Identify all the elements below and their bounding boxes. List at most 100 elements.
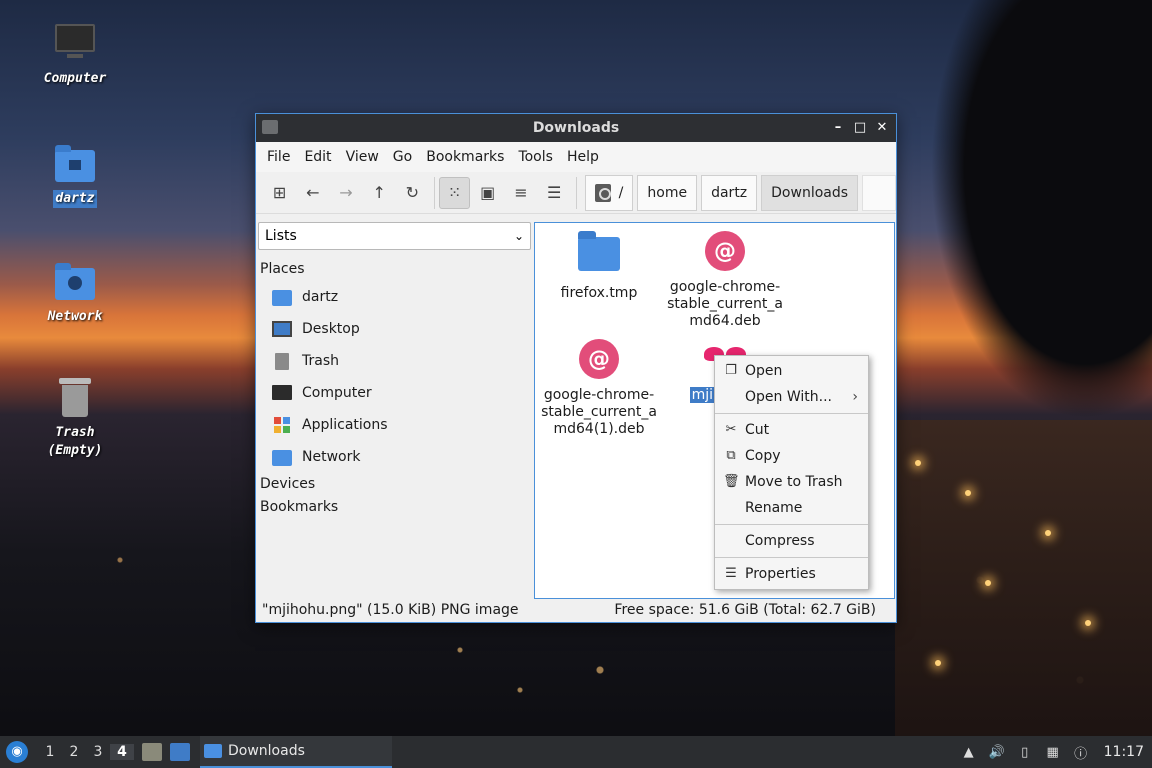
sidebar-item-computer[interactable]: Computer xyxy=(258,377,531,409)
desktop-icon-trash[interactable]: Trash (Empty) xyxy=(25,376,125,460)
icon-view-icon[interactable]: ⁙ xyxy=(438,176,471,209)
debian-package-icon: @ xyxy=(704,231,746,273)
sidebar-item-label: dartz xyxy=(302,289,339,305)
context-menu-compress[interactable]: Compress xyxy=(715,528,868,554)
file-name-line: stable_current_a xyxy=(541,404,657,420)
task-label: Downloads xyxy=(228,743,305,759)
side-pane: Lists ⌄ Places dartz Desktop Trash Compu… xyxy=(258,222,531,600)
blank-icon xyxy=(723,533,739,549)
file-name-line: md64.deb xyxy=(689,313,761,329)
context-menu-cut[interactable]: ✂ Cut xyxy=(715,417,868,443)
menu-tools[interactable]: Tools xyxy=(511,149,560,165)
toolbar: ⊞ ← → ↑ ↻ ⁙ ▣ ≡ ☰ / home dartz Downloads xyxy=(256,172,897,214)
context-menu-move-to-trash[interactable]: 🗑 Move to Trash xyxy=(715,469,868,495)
start-menu-icon[interactable]: ◉ xyxy=(6,741,28,763)
trash-icon xyxy=(272,352,294,370)
file-name: firefox.tmp xyxy=(560,285,638,301)
menu-item-label: Copy xyxy=(745,448,781,464)
network-folder-icon xyxy=(272,448,294,466)
breadcrumb-dartz[interactable]: dartz xyxy=(701,174,758,211)
network-icon[interactable]: ▦ xyxy=(1044,743,1062,761)
sidebar-item-trash[interactable]: Trash xyxy=(258,345,531,377)
window-titlebar[interactable]: Downloads – □ ✕ xyxy=(256,114,896,142)
devices-heading[interactable]: Devices xyxy=(258,473,531,496)
workspace-2[interactable]: 2 xyxy=(62,744,86,760)
status-free-space: Free space: 51.6 GiB (Total: 62.7 GiB) xyxy=(614,602,876,618)
close-button[interactable]: ✕ xyxy=(874,118,890,138)
context-menu-copy[interactable]: ⧉ Copy xyxy=(715,443,868,469)
window-title: Downloads xyxy=(532,120,620,136)
context-menu-open[interactable]: ❐ Open xyxy=(715,358,868,384)
menu-item-label: Properties xyxy=(745,566,816,582)
up-arrow-icon[interactable]: ↑ xyxy=(364,177,395,209)
file-context-menu: ❐ Open Open With... › ✂ Cut ⧉ Copy 🗑 Mov… xyxy=(714,355,869,590)
side-pane-mode-value: Lists xyxy=(265,228,297,244)
desktop-icon-label: Network xyxy=(47,309,103,324)
workspace-1[interactable]: 1 xyxy=(38,744,62,760)
clipboard-icon[interactable]: ▯ xyxy=(1016,743,1034,761)
update-notifier-icon[interactable]: ⓘ xyxy=(1072,743,1090,762)
menu-go[interactable]: Go xyxy=(386,149,419,165)
workspace-4[interactable]: 4 xyxy=(110,744,134,760)
breadcrumb: / home dartz Downloads xyxy=(584,174,897,211)
side-pane-mode-select[interactable]: Lists ⌄ xyxy=(258,222,531,250)
compact-view-icon[interactable]: ≡ xyxy=(505,177,536,209)
sidebar-item-label: Computer xyxy=(302,385,372,401)
breadcrumb-label: dartz xyxy=(711,184,748,201)
reload-icon[interactable]: ↻ xyxy=(397,177,428,209)
file-manager-launcher-icon[interactable] xyxy=(142,743,162,761)
menu-file[interactable]: File xyxy=(260,149,297,165)
context-menu-open-with[interactable]: Open With... › xyxy=(715,384,868,410)
sidebar-item-network[interactable]: Network xyxy=(258,441,531,473)
breadcrumb-label: Downloads xyxy=(771,184,849,201)
menubar: File Edit View Go Bookmarks Tools Help xyxy=(256,142,896,172)
menu-help[interactable]: Help xyxy=(560,149,606,165)
thumbnail-view-icon[interactable]: ▣ xyxy=(472,177,503,209)
properties-icon: ☰ xyxy=(725,566,737,581)
menu-edit[interactable]: Edit xyxy=(297,149,338,165)
desktop-icon-network[interactable]: Network xyxy=(25,260,125,326)
context-menu-properties[interactable]: ☰ Properties xyxy=(715,561,868,587)
new-tab-icon[interactable]: ⊞ xyxy=(264,177,295,209)
volume-icon[interactable]: 🔊 xyxy=(988,743,1006,761)
detailed-list-view-icon[interactable]: ☰ xyxy=(539,177,570,209)
maximize-button[interactable]: □ xyxy=(852,118,868,138)
breadcrumb-root[interactable]: / xyxy=(584,174,634,211)
bookmarks-heading[interactable]: Bookmarks xyxy=(258,496,531,519)
menu-item-label: Open With... xyxy=(745,389,832,405)
taskbar-task-downloads[interactable]: Downloads xyxy=(200,736,392,768)
back-arrow-icon[interactable]: ← xyxy=(297,177,328,209)
sidebar-item-desktop[interactable]: Desktop xyxy=(258,313,531,345)
chevron-down-icon: ⌄ xyxy=(513,229,524,243)
file-item[interactable]: firefox.tmp xyxy=(539,231,659,302)
menu-bookmarks[interactable]: Bookmarks xyxy=(419,149,511,165)
tray-arrow-icon[interactable]: ▲ xyxy=(960,743,978,761)
places-heading: Places xyxy=(260,261,305,277)
clock[interactable]: 11:17 xyxy=(1104,744,1144,760)
breadcrumb-downloads[interactable]: Downloads xyxy=(761,174,859,211)
file-name-line: google-chrome- xyxy=(669,279,781,295)
file-name-line: stable_current_a xyxy=(667,296,783,312)
show-desktop-icon[interactable] xyxy=(170,743,190,761)
workspace-3[interactable]: 3 xyxy=(86,744,110,760)
desktop-icon-label: Trash (Empty) xyxy=(47,425,103,458)
file-item[interactable]: @ google-chrome- stable_current_a md64(1… xyxy=(539,339,659,438)
sidebar-item-dartz[interactable]: dartz xyxy=(258,281,531,313)
sidebar-item-label: Applications xyxy=(302,417,388,433)
file-item[interactable]: @ google-chrome- stable_current_a md64.d… xyxy=(665,231,785,330)
menu-view[interactable]: View xyxy=(339,149,386,165)
menu-item-label: Cut xyxy=(745,422,770,438)
desktop-icon-computer[interactable]: Computer xyxy=(25,22,125,88)
toolbar-divider xyxy=(433,176,435,209)
blank-icon xyxy=(723,500,739,516)
context-menu-rename[interactable]: Rename xyxy=(715,495,868,521)
folder-icon xyxy=(578,231,620,279)
scissors-icon: ✂ xyxy=(725,422,737,437)
desktop-icon-dartz[interactable]: dartz xyxy=(25,142,125,208)
sidebar-item-applications[interactable]: Applications xyxy=(258,409,531,441)
forward-arrow-icon[interactable]: → xyxy=(330,177,361,209)
chevron-right-icon: › xyxy=(852,389,858,405)
minimize-button[interactable]: – xyxy=(830,118,846,138)
sidebar-item-label: Trash xyxy=(302,353,339,369)
breadcrumb-home[interactable]: home xyxy=(637,174,698,211)
